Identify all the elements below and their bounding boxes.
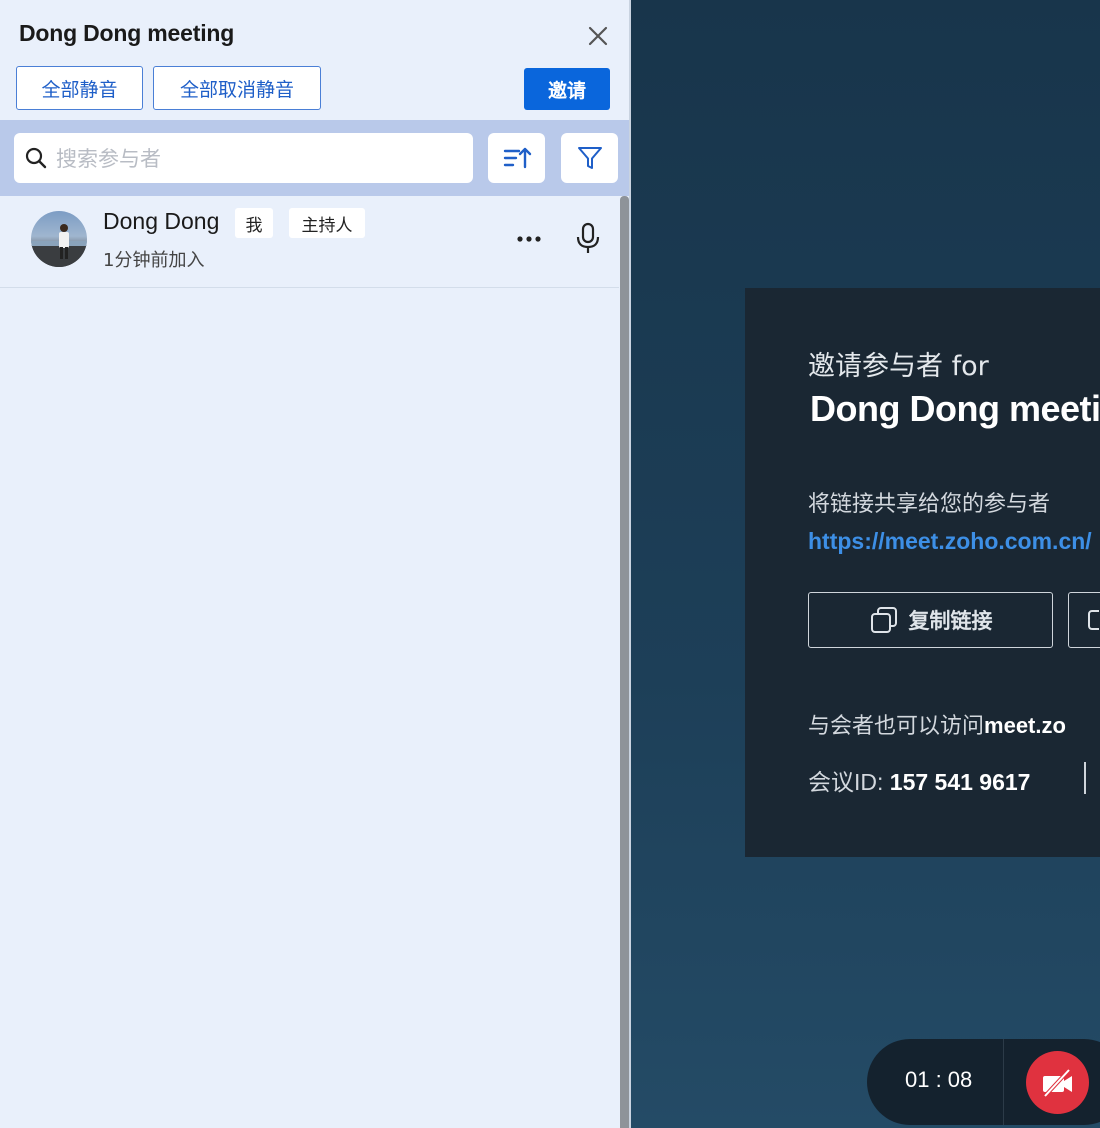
unmute-all-button[interactable]: 全部取消静音: [153, 66, 321, 110]
filter-icon: [577, 147, 602, 169]
me-badge: 我: [235, 208, 273, 238]
sort-icon: [503, 147, 531, 169]
video-off-icon: [1042, 1068, 1072, 1097]
meeting-timer: 01 : 08: [905, 1067, 973, 1092]
meeting-link[interactable]: https://meet.zoho.com.cn/: [808, 528, 1092, 555]
participant-list: Dong Dong 我 主持人 1分钟前加入: [0, 196, 629, 1128]
panel-title: Dong Dong meeting: [19, 20, 235, 46]
copy-icon: [1088, 610, 1100, 630]
scrollbar[interactable]: [620, 196, 629, 1128]
search-input[interactable]: [54, 133, 468, 185]
host-badge: 主持人: [289, 208, 365, 238]
meeting-id: 会议ID: 157 541 9617: [808, 763, 1030, 797]
meeting-control-bar: 01 : 08: [867, 1039, 1100, 1125]
more-options-button[interactable]: [512, 226, 546, 252]
joined-time: 1分钟前加入: [103, 250, 205, 271]
invite-heading: 邀请参与者 for: [808, 351, 989, 382]
more-options-icon: [517, 236, 541, 242]
divider: [1003, 1039, 1004, 1125]
invite-card: 邀请参与者 for Dong Dong meeti 将链接共享给您的参与者 ht…: [745, 288, 1100, 857]
search-box: [14, 133, 473, 185]
visit-prefix: 与会者也可以访问: [808, 714, 985, 739]
video-toggle-button[interactable]: [1026, 1051, 1089, 1114]
invite-button[interactable]: 邀请: [524, 68, 610, 110]
secondary-share-button[interactable]: [1068, 592, 1100, 648]
meeting-id-value: 157 541 9617: [889, 769, 1031, 795]
microphone-icon: [576, 222, 600, 253]
copy-icon: [870, 607, 897, 633]
sort-button[interactable]: [488, 133, 545, 183]
visit-domain: meet.zo: [984, 713, 1066, 738]
share-link-label: 将链接共享给您的参与者: [808, 492, 1051, 517]
meeting-title: Dong Dong meeti: [810, 388, 1100, 429]
copy-link-label: 复制链接: [908, 609, 993, 633]
close-icon: [588, 26, 608, 46]
microphone-button[interactable]: [574, 222, 602, 256]
filter-button[interactable]: [561, 133, 618, 183]
visit-note: 与会者也可以访问meet.zo: [808, 708, 1066, 740]
meeting-id-label: 会议ID:: [808, 769, 890, 795]
copy-link-button[interactable]: 复制链接: [808, 592, 1053, 648]
search-bar: [0, 120, 629, 196]
close-button[interactable]: [584, 22, 612, 50]
search-icon: [25, 147, 47, 169]
avatar: [31, 211, 87, 267]
mute-all-button[interactable]: 全部静音: [16, 66, 143, 110]
participant-name: Dong Dong: [103, 208, 220, 234]
participant-row[interactable]: Dong Dong 我 主持人 1分钟前加入: [0, 196, 619, 288]
divider: [1084, 762, 1086, 794]
participants-panel: Dong Dong meeting 全部静音 全部取消静音 邀请 搜索参与者 D…: [0, 0, 631, 1128]
